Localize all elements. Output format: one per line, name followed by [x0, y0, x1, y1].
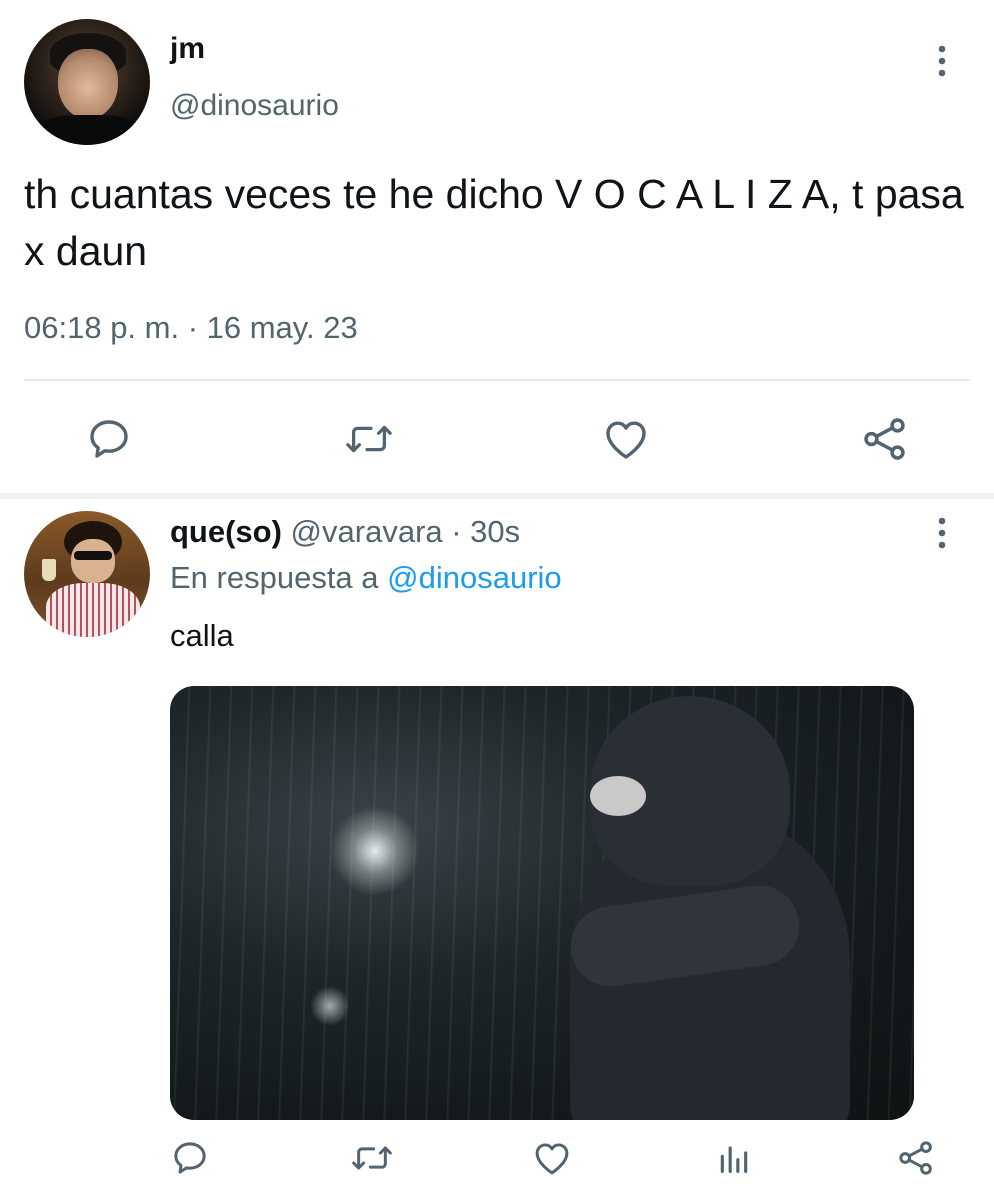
handle-and-time[interactable]: @varavara · 30s	[282, 514, 521, 549]
mention-link[interactable]: @dinosaurio	[387, 560, 562, 595]
tweet-timestamp[interactable]: 06:18 p. m. · 16 may. 23	[24, 310, 358, 346]
analytics-icon[interactable]	[712, 1136, 756, 1180]
more-options-icon[interactable]	[930, 516, 954, 550]
avatar[interactable]	[24, 19, 150, 145]
avatar[interactable]	[24, 511, 150, 637]
share-icon[interactable]	[860, 414, 910, 464]
display-name[interactable]: jm	[170, 32, 205, 66]
main-tweet: jm @dinosaurio th cuantas veces te he di…	[0, 0, 994, 493]
retweet-icon[interactable]	[344, 414, 394, 464]
reply-context: En respuesta a @dinosaurio	[170, 560, 562, 596]
section-divider	[0, 493, 994, 499]
reply-icon[interactable]	[168, 1136, 212, 1180]
tweet-text: calla	[170, 618, 234, 653]
user-handle[interactable]: @dinosaurio	[170, 89, 339, 123]
display-name[interactable]: que(so)	[170, 514, 282, 549]
like-icon[interactable]	[601, 414, 651, 464]
share-icon[interactable]	[894, 1136, 938, 1180]
reply-context-prefix: En respuesta a	[170, 560, 388, 595]
retweet-icon[interactable]	[350, 1136, 394, 1180]
like-icon[interactable]	[530, 1136, 574, 1180]
tweet-text: th cuantas veces te he dicho V O C A L I…	[24, 171, 964, 274]
reply-header: que(so) @varavara · 30s	[170, 514, 520, 550]
reply-icon[interactable]	[84, 414, 134, 464]
divider	[24, 379, 970, 381]
media-image[interactable]	[170, 686, 914, 1120]
more-options-icon[interactable]	[930, 44, 954, 78]
